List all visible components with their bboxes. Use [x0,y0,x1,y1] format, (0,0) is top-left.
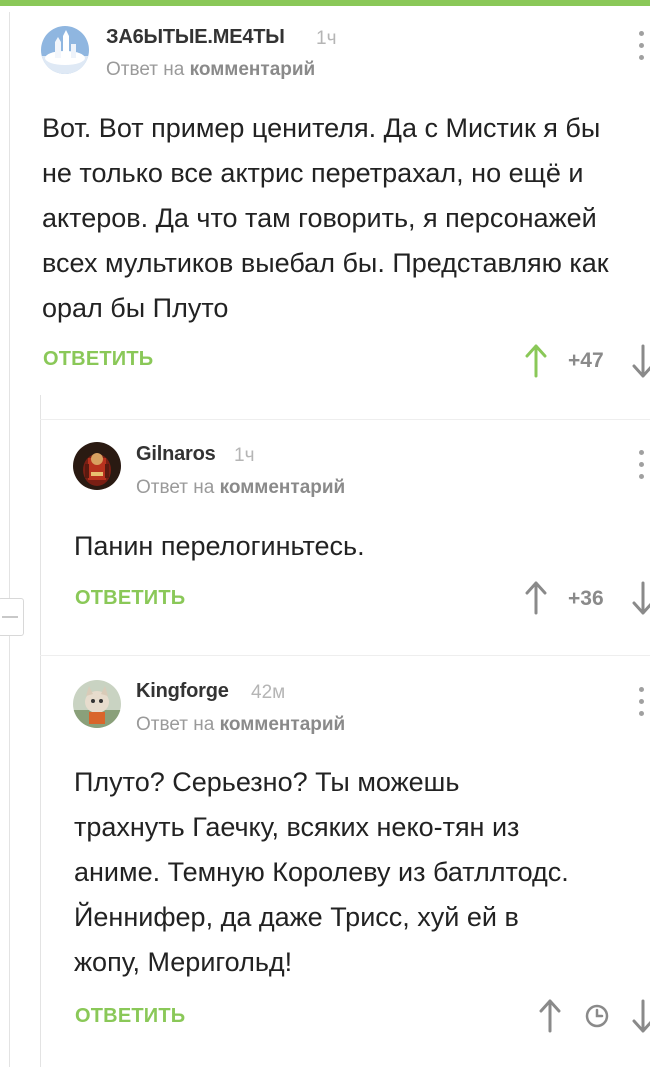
meta-prefix: Ответ на [106,59,185,80]
collapse-thread-button[interactable] [0,598,24,636]
arrow-up-icon[interactable] [525,344,547,378]
comment-time: 42м [251,682,286,703]
arrow-down-icon[interactable] [632,344,650,378]
reply-to-meta: Ответ на комментарий [136,477,345,499]
more-vertical-icon[interactable] [634,687,648,717]
comment-time: 1ч [234,445,255,466]
reply-to-meta: Ответ на комментарий [136,714,345,736]
arrow-up-icon[interactable] [525,581,547,615]
author-name[interactable]: Gilnaros [136,443,216,466]
reply-to-meta: Ответ на комментарий [106,59,315,81]
clock-icon [585,1004,609,1028]
author-name[interactable]: Kingforge [136,680,229,703]
thread-line [9,12,10,1067]
comment-body: Плуто? Серьезно? Ты можешь трахнуть Гаеч… [74,767,569,977]
reply-thread-line [40,395,41,1067]
comment-body: Панин перелогиньтесь. [74,531,365,561]
comment-time: 1ч [316,28,337,49]
divider [40,655,650,656]
arrow-down-icon[interactable] [632,581,650,615]
avatar[interactable] [73,442,121,490]
top-accent-bar [0,0,650,6]
more-vertical-icon[interactable] [634,450,648,480]
reply-button[interactable]: ОТВЕТИТЬ [75,587,185,610]
parent-comment-link[interactable]: комментарий [220,714,346,735]
arrow-down-icon[interactable] [632,999,650,1033]
reply-button[interactable]: ОТВЕТИТЬ [43,348,153,371]
more-vertical-icon[interactable] [634,31,648,61]
author-name[interactable]: ЗА6ЫТЫЕ.МЕ4ТЫ [106,26,285,49]
score: +36 [568,587,604,610]
meta-prefix: Ответ на [136,477,215,498]
avatar[interactable] [73,680,121,728]
collapse-icon [2,616,18,618]
parent-comment-link[interactable]: комментарий [190,59,316,80]
divider [40,419,650,420]
score: +47 [568,349,604,372]
arrow-up-icon[interactable] [539,999,561,1033]
comment-body: Вот. Вот пример ценителя. Да с Мистик я … [42,113,609,323]
reply-button[interactable]: ОТВЕТИТЬ [75,1005,185,1028]
meta-prefix: Ответ на [136,714,215,735]
avatar[interactable] [41,26,89,74]
parent-comment-link[interactable]: комментарий [220,477,346,498]
